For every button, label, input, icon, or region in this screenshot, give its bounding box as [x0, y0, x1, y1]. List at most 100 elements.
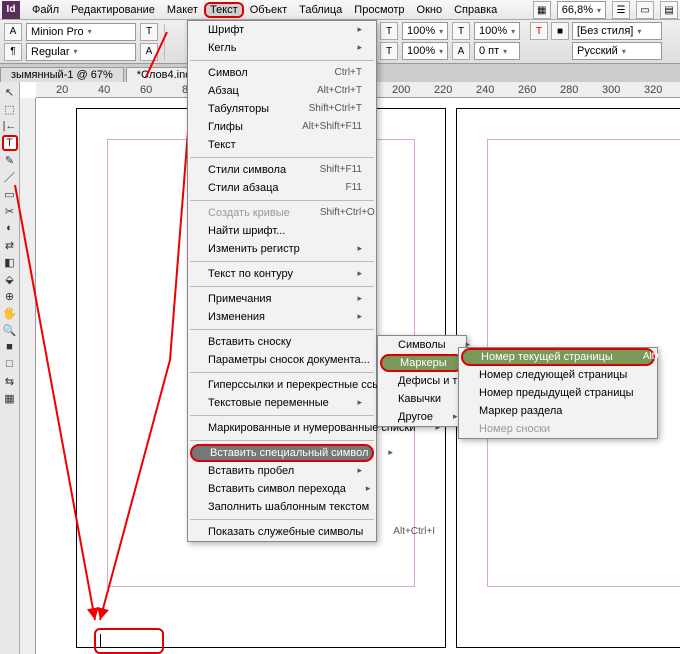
screen-mode-icon[interactable]: ▭	[636, 1, 654, 19]
tool-8[interactable]: ◐	[2, 220, 18, 236]
zoom-field[interactable]: 66,8%	[557, 1, 606, 19]
tool-11[interactable]: ⬙	[2, 271, 18, 287]
fill-icon[interactable]: ■	[551, 22, 569, 40]
ruler-tick: 260	[518, 84, 536, 96]
menu-item[interactable]: ГлифыAlt+Shift+F11	[188, 118, 376, 136]
menu-item[interactable]: Примечания	[188, 290, 376, 308]
view-settings-icon[interactable]: ☰	[612, 1, 630, 19]
tool-5[interactable]: ／	[2, 169, 18, 185]
menu-item[interactable]: Стили символаShift+F11	[188, 161, 376, 179]
menu-редактирование[interactable]: Редактирование	[65, 2, 161, 18]
menu-item[interactable]: Изменения	[188, 308, 376, 326]
menu-item[interactable]: Найти шрифт...	[188, 222, 376, 240]
tool-12[interactable]: ⊕	[2, 288, 18, 304]
strike-icon[interactable]: T	[530, 22, 548, 40]
menu-item[interactable]: Вставить пробел	[188, 462, 376, 480]
menu-item[interactable]: Номер следующей страницы	[459, 366, 657, 384]
menu-item[interactable]: Другое	[378, 408, 466, 426]
pct3-field[interactable]: 100%	[474, 22, 520, 40]
size-icon: T	[140, 23, 158, 41]
doc-tab-1[interactable]: зымянный-1 @ 67%	[0, 67, 124, 82]
menu-просмотр[interactable]: Просмотр	[348, 2, 410, 18]
ruler-tick: 240	[476, 84, 494, 96]
menu-item[interactable]: Текст по контуру	[188, 265, 376, 283]
tool-13[interactable]: 🖐	[2, 305, 18, 321]
menu-item[interactable]: ТабуляторыShift+Ctrl+T	[188, 100, 376, 118]
menu-item[interactable]: Заполнить шаблонным текстом	[188, 498, 376, 516]
charstyle-field[interactable]: [Без стиля]	[572, 22, 662, 40]
font-style-field[interactable]: Regular	[26, 43, 136, 61]
menu-таблица[interactable]: Таблица	[293, 2, 348, 18]
scale-v-icon: T	[380, 42, 398, 60]
menu-item[interactable]: Вставить сноску	[188, 333, 376, 351]
menu-item[interactable]: Маркированные и нумерованные списки	[188, 419, 376, 437]
ruler-tick: 280	[560, 84, 578, 96]
ruler-tick: 200	[392, 84, 410, 96]
menu-item: Создать кривыеShift+Ctrl+O	[188, 204, 376, 222]
menu-item[interactable]: Номер текущей страницыAlt+Shift+Ctrl+N	[461, 348, 655, 366]
menu-item[interactable]: Кегль	[188, 39, 376, 57]
menu-item[interactable]: Текст	[188, 136, 376, 154]
tool-4[interactable]: ✎	[2, 152, 18, 168]
text-frame[interactable]	[94, 628, 164, 654]
tool-7[interactable]: ✂	[2, 203, 18, 219]
ruler-tick: 300	[602, 84, 620, 96]
tool-18[interactable]: ▦	[2, 390, 18, 406]
font-family-field[interactable]: Minion Pro	[26, 23, 136, 41]
ruler-tick: 320	[644, 84, 662, 96]
menu-item[interactable]: Вставить символ перехода	[188, 480, 376, 498]
tool-16[interactable]: □	[2, 356, 18, 372]
para-mode-icon[interactable]: ¶	[4, 43, 22, 61]
tool-17[interactable]: ⇆	[2, 373, 18, 389]
pt-field[interactable]: 0 пт	[474, 42, 520, 60]
hscale-field[interactable]: 100%	[402, 22, 448, 40]
menu-item[interactable]: Стили абзацаF11	[188, 179, 376, 197]
vscale-field[interactable]: 100%	[402, 42, 448, 60]
app-logo: Id	[2, 1, 20, 19]
char-mode-icon[interactable]: A	[4, 23, 22, 41]
ruler-vertical	[20, 98, 36, 654]
tool-9[interactable]: ⇄	[2, 237, 18, 253]
menu-item[interactable]: Символы	[378, 336, 466, 354]
menu-справка[interactable]: Справка	[448, 2, 503, 18]
menu-item[interactable]: Кавычки	[378, 390, 466, 408]
menu-item[interactable]: Показать служебные символыAlt+Ctrl+I	[188, 523, 376, 541]
baseline-shift-icon: A	[452, 42, 470, 60]
menu-item: Номер сноски	[459, 420, 657, 438]
menu-item[interactable]: Параметры сносок документа...	[188, 351, 376, 369]
tool-3[interactable]: T	[2, 135, 18, 151]
menu-файл[interactable]: Файл	[26, 2, 65, 18]
tool-1[interactable]: ⬚	[2, 101, 18, 117]
tool-15[interactable]: ■	[2, 339, 18, 355]
language-field[interactable]: Русский	[572, 42, 662, 60]
ruler-tick: 60	[140, 84, 152, 96]
menu-item[interactable]: Изменить регистр	[188, 240, 376, 258]
tool-0[interactable]: ↖	[2, 84, 18, 100]
tool-10[interactable]: ◧	[2, 254, 18, 270]
tool-2[interactable]: |←	[2, 118, 18, 134]
scale-h-icon: T	[380, 22, 398, 40]
tool-6[interactable]: ▭	[2, 186, 18, 202]
text-menu-dropdown: ШрифтКегль СимволCtrl+TАбзацAlt+Ctrl+TТаб…	[187, 20, 377, 542]
tool-14[interactable]: 🔍	[2, 322, 18, 338]
ruler-tick: 220	[434, 84, 452, 96]
menu-item[interactable]: Номер предыдущей страницы	[459, 384, 657, 402]
menu-item[interactable]: Маркер раздела	[459, 402, 657, 420]
arrange-icon[interactable]: ▤	[660, 1, 678, 19]
menu-item[interactable]: Дефисы и тире	[378, 372, 466, 390]
menu-item[interactable]: Маркеры	[380, 354, 464, 372]
menu-макет[interactable]: Макет	[161, 2, 204, 18]
menu-item[interactable]: Шрифт	[188, 21, 376, 39]
menu-окно[interactable]: Окно	[411, 2, 449, 18]
menu-item[interactable]: СимволCtrl+T	[188, 64, 376, 82]
menu-item[interactable]: Текстовые переменные	[188, 394, 376, 412]
text-cursor	[100, 634, 101, 648]
markers-submenu: Номер текущей страницыAlt+Shift+Ctrl+NНо…	[458, 347, 658, 439]
menu-item[interactable]: АбзацAlt+Ctrl+T	[188, 82, 376, 100]
bridge-icon[interactable]: ▦	[533, 1, 551, 19]
ruler-tick: 20	[56, 84, 68, 96]
menu-item[interactable]: Гиперссылки и перекрестные ссылки	[188, 376, 376, 394]
menu-текст[interactable]: Текст	[204, 2, 244, 18]
menu-объект[interactable]: Объект	[244, 2, 293, 18]
menu-item[interactable]: Вставить специальный символ	[190, 444, 374, 462]
